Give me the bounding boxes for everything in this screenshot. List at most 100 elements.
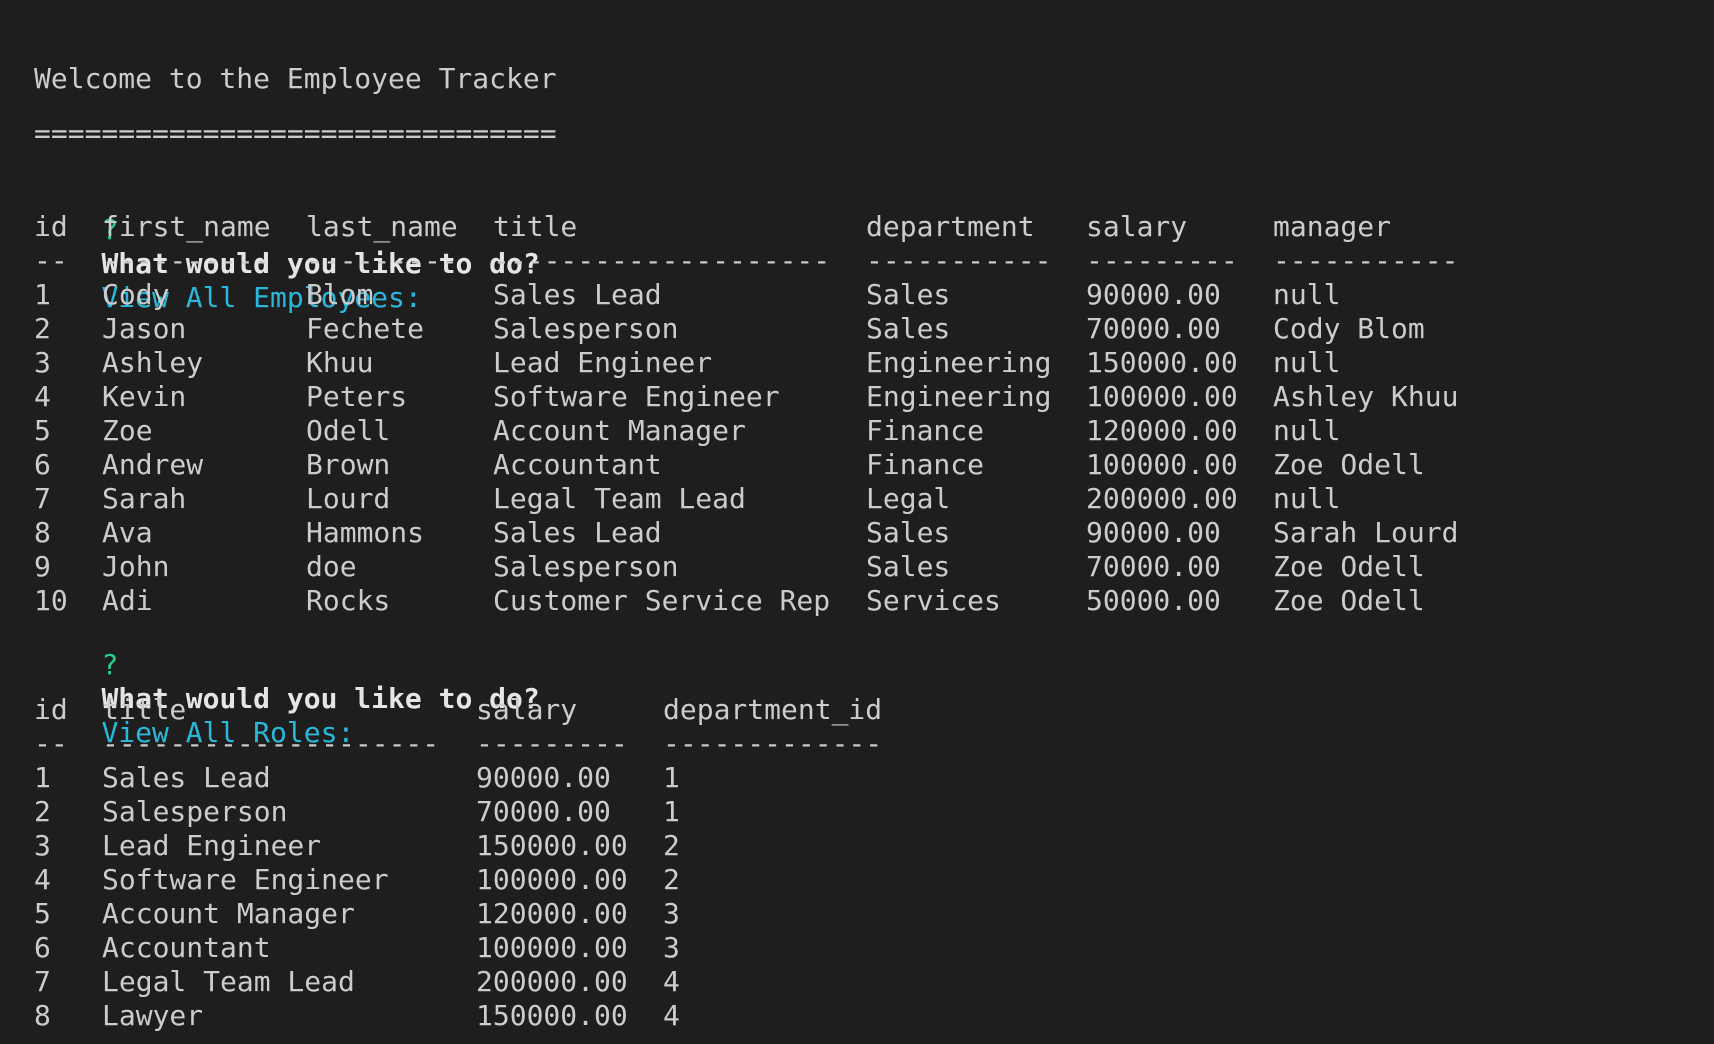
table-cell: department	[866, 210, 1035, 243]
table-cell: Salesperson	[493, 550, 679, 583]
table-cell: -------------	[663, 727, 883, 760]
table-cell: Accountant	[102, 931, 271, 964]
table-cell: ----------	[102, 244, 271, 277]
table-cell: Sales	[866, 312, 951, 345]
table-cell: 50000.00	[1086, 584, 1221, 617]
table-cell: null	[1273, 346, 1341, 379]
table-cell: Zoe Odell	[1273, 550, 1425, 583]
table-cell: last_name	[306, 210, 458, 243]
table-cell: Peters	[306, 380, 408, 413]
table-cell: 5	[34, 414, 51, 447]
table-cell: 2	[663, 863, 680, 896]
table-cell: Sales Lead	[102, 761, 271, 794]
table-cell: 150000.00	[476, 999, 628, 1032]
table-cell: Sales	[866, 550, 951, 583]
prompt-line: ? What would you like to do? View All Em…	[34, 179, 539, 314]
table-cell: manager	[1273, 210, 1392, 243]
table-cell: 4	[663, 965, 680, 998]
table-cell: 70000.00	[476, 795, 611, 828]
table-cell: Sarah	[102, 482, 187, 515]
table-cell: John	[102, 550, 170, 583]
table-cell: Cody Blom	[1273, 312, 1425, 345]
table-cell: 3	[34, 346, 51, 379]
table-cell: ---------	[306, 244, 458, 277]
table-cell: 100000.00	[476, 931, 628, 964]
table-cell: doe	[306, 550, 357, 583]
table-cell: Legal	[866, 482, 951, 515]
table-cell: 70000.00	[1086, 312, 1221, 345]
table-cell: 4	[34, 863, 51, 896]
table-cell: Rocks	[306, 584, 391, 617]
table-cell: Sales	[866, 278, 951, 311]
table-cell: Software Engineer	[102, 863, 389, 896]
table-cell: 8	[34, 999, 51, 1032]
table-cell: --	[34, 727, 68, 760]
table-cell: Hammons	[306, 516, 425, 549]
table-cell: 120000.00	[1086, 414, 1238, 447]
table-cell: Ashley	[102, 346, 204, 379]
table-cell: Ashley Khuu	[1273, 380, 1459, 413]
table-cell: 2	[34, 795, 51, 828]
table-cell: --	[34, 244, 68, 277]
table-cell: 7	[34, 965, 51, 998]
table-cell: Salesperson	[493, 312, 679, 345]
table-cell: Fechete	[306, 312, 425, 345]
table-cell: Zoe	[102, 414, 153, 447]
table-cell: Zoe Odell	[1273, 448, 1425, 481]
table-cell: 100000.00	[476, 863, 628, 896]
table-cell: title	[102, 693, 187, 726]
table-cell: first_name	[102, 210, 271, 243]
table-cell: null	[1273, 414, 1341, 447]
table-cell: 9	[34, 550, 51, 583]
table-cell: Engineering	[866, 346, 1052, 379]
table-cell: Sales Lead	[493, 516, 662, 549]
table-cell: Customer Service Rep	[493, 584, 831, 617]
table-cell: 2	[663, 829, 680, 862]
table-cell: id	[34, 693, 68, 726]
table-cell: Accountant	[493, 448, 662, 481]
table-cell: id	[34, 210, 68, 243]
table-cell: Odell	[306, 414, 391, 447]
table-cell: 1	[34, 278, 51, 311]
table-cell: Zoe Odell	[1273, 584, 1425, 617]
table-cell: 1	[663, 795, 680, 828]
table-cell: 1	[663, 761, 680, 794]
table-cell: Ava	[102, 516, 153, 549]
table-cell: 5	[34, 897, 51, 930]
terminal-window: Welcome to the Employee Tracker ========…	[0, 0, 1714, 1044]
table-cell: Lead Engineer	[102, 829, 322, 862]
table-cell: 3	[663, 897, 680, 930]
table-cell: 150000.00	[476, 829, 628, 862]
table-cell: Account Manager	[102, 897, 355, 930]
table-cell: Jason	[102, 312, 187, 345]
table-cell: Account Manager	[493, 414, 746, 447]
prompt-line: ? What would you like to do? View All Ro…	[34, 614, 539, 749]
table-cell: Legal Team Lead	[102, 965, 355, 998]
table-cell: Andrew	[102, 448, 204, 481]
table-cell: Sales	[866, 516, 951, 549]
table-cell: 6	[34, 448, 51, 481]
table-cell: department_id	[663, 693, 883, 726]
table-cell: Cody	[102, 278, 170, 311]
question-mark-icon: ?	[101, 648, 119, 681]
table-cell: title	[493, 210, 578, 243]
table-cell: 6	[34, 931, 51, 964]
table-cell: Adi	[102, 584, 153, 617]
table-cell: Services	[866, 584, 1001, 617]
table-cell: 8	[34, 516, 51, 549]
table-cell: 4	[663, 999, 680, 1032]
table-cell: 150000.00	[1086, 346, 1238, 379]
table-cell: salary	[1086, 210, 1188, 243]
table-cell: null	[1273, 278, 1341, 311]
table-cell: Khuu	[306, 346, 374, 379]
table-cell: Blom	[306, 278, 374, 311]
table-cell: 10	[34, 584, 68, 617]
table-cell: 100000.00	[1086, 448, 1238, 481]
table-cell: Finance	[866, 448, 985, 481]
table-cell: 1	[34, 761, 51, 794]
table-cell: 90000.00	[1086, 278, 1221, 311]
table-cell: Lourd	[306, 482, 391, 515]
table-cell: Sarah Lourd	[1273, 516, 1459, 549]
table-cell: -----------	[866, 244, 1052, 277]
table-cell: Kevin	[102, 380, 187, 413]
